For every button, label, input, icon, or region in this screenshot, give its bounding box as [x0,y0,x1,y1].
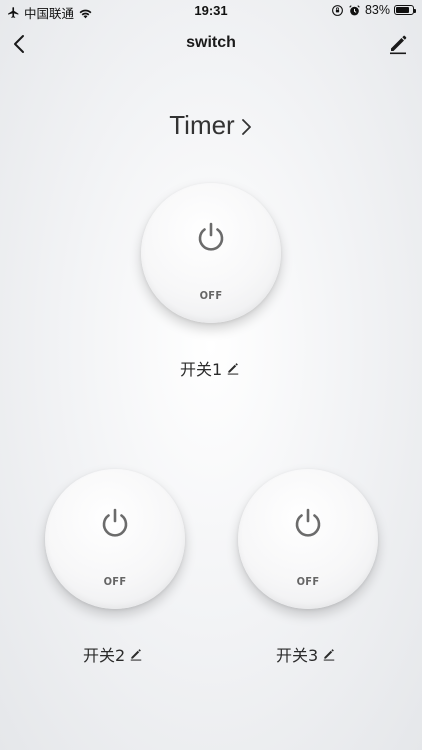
status-bar: 中国联通 19:31 83% [0,0,422,22]
switch-3-label[interactable]: 开关3 [276,642,336,666]
pencil-icon[interactable] [386,32,410,56]
status-right: 83% [331,3,416,17]
switch-state: OFF [296,575,320,588]
power-icon [295,508,321,537]
power-icon [102,508,128,537]
nav-bar: switch [0,22,422,66]
battery-percent: 83% [364,3,390,17]
switch-name: 开关3 [276,646,319,665]
timer-link[interactable]: Timer [0,110,422,141]
switch-2-label[interactable]: 开关2 [83,642,143,666]
switch-state: OFF [103,575,127,588]
pencil-icon [130,649,142,661]
switch-2-button[interactable]: OFF [45,469,185,609]
battery-level [396,7,410,13]
switch-1-button[interactable]: OFF [141,183,281,323]
timer-label: Timer [169,110,235,140]
pencil-icon [323,649,335,661]
switch-3-button[interactable]: OFF [238,469,378,609]
chevron-right-icon [241,118,251,135]
battery-icon [394,5,416,15]
alarm-icon [349,4,360,15]
power-icon [198,222,224,251]
page-title: switch [186,34,236,51]
switch-1-label[interactable]: 开关1 [180,356,240,380]
pencil-icon [227,363,239,375]
switch-name: 开关1 [180,360,223,379]
switch-name: 开关2 [83,646,126,665]
switch-state: OFF [199,289,223,302]
rotation-lock-icon [332,4,343,16]
